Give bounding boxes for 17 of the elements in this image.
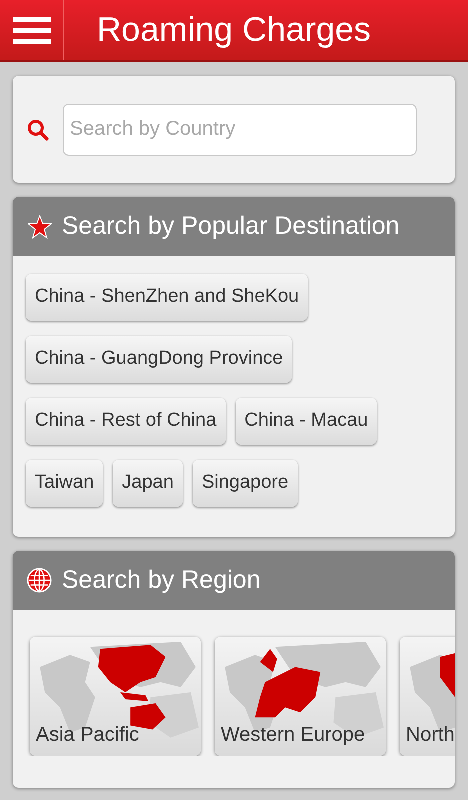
search-field[interactable]: Search by Country: [63, 104, 417, 156]
destination-button[interactable]: Taiwan: [26, 460, 104, 507]
page-title: Roaming Charges: [97, 10, 372, 50]
destination-button[interactable]: Singapore: [192, 460, 298, 507]
globe-icon: [27, 568, 52, 593]
region-tile[interactable]: Western Europe: [215, 637, 386, 756]
destination-button[interactable]: China - Macau: [236, 398, 378, 445]
destination-button[interactable]: China - Rest of China: [26, 398, 226, 445]
destination-button[interactable]: Japan: [113, 460, 183, 507]
destination-button[interactable]: China - ShenZhen and SheKou: [26, 274, 308, 321]
star-icon: [28, 214, 52, 238]
region-tile[interactable]: North: [400, 637, 455, 756]
search-icon: [27, 118, 49, 140]
section-title: Search by Region: [62, 564, 261, 596]
section-title: Search by Popular Destination: [62, 210, 400, 242]
region-tile[interactable]: Asia Pacific: [30, 637, 201, 756]
destination-button[interactable]: China - GuangDong Province: [26, 336, 292, 383]
